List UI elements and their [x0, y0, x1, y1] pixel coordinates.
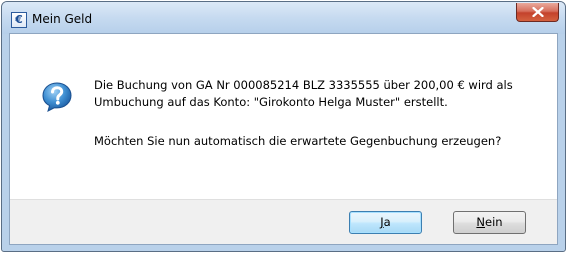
app-icon: € [11, 12, 27, 28]
window-title: Mein Geld [32, 12, 93, 26]
button-bar: Ja Nein [10, 199, 557, 244]
message-line-1: Die Buchung von GA Nr 000085214 BLZ 3335… [94, 78, 513, 92]
question-icon [42, 82, 72, 112]
message-line-2: Umbuchung auf das Konto: "Girokonto Helg… [94, 95, 448, 109]
no-button-mnemonic: N [476, 215, 486, 229]
yes-button[interactable]: Ja [349, 211, 422, 234]
dialog-window: € Mein Geld Die Buchung von GA Nr 000085… [1, 1, 566, 252]
close-button[interactable] [516, 3, 559, 22]
yes-button-label: a [383, 215, 391, 229]
close-icon [532, 7, 544, 17]
title-bar[interactable]: € Mein Geld [2, 2, 565, 34]
message-line-3: Möchten Sie nun automatisch die erwartet… [94, 134, 502, 148]
dialog-content: Die Buchung von GA Nr 000085214 BLZ 3335… [9, 33, 558, 245]
no-button[interactable]: Nein [453, 211, 526, 234]
no-button-label: ein [485, 215, 503, 229]
